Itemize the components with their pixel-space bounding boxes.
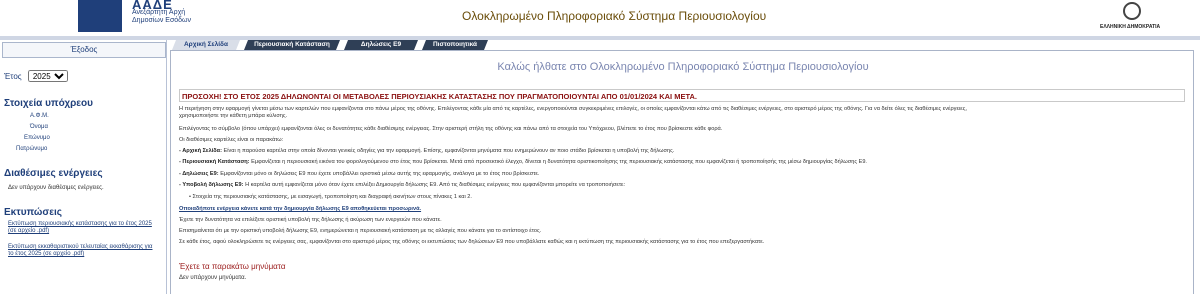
tab-desc-home-title: - Αρχική Σελίδα: — [179, 148, 222, 154]
sidebar: Έξοδος Έτος 2025 Στοιχεία υπόχρεου Α.Φ.Μ… — [0, 40, 167, 294]
year-selector: Έτος 2025 — [4, 70, 68, 82]
exit-button[interactable]: Έξοδος — [2, 42, 166, 58]
prints-paragraph: Σε κάθε έτος, αφού ολοκληρώσετε τις ενέρ… — [179, 239, 765, 245]
messages-title: Έχετε τα παρακάτω μηνύματα — [179, 262, 286, 271]
logo-line-1: Ανεξάρτητη Αρχή — [132, 9, 186, 16]
tab-desc-submit-text: Η καρτέλα αυτή εμφανίζεται μόνο όταν έχε… — [245, 182, 626, 188]
year-select[interactable]: 2025 — [27, 70, 68, 82]
temp-save-link[interactable]: Οποιαδήποτε ενέργεια κάνετε κατά την δημ… — [179, 206, 421, 212]
warning-banner: ΠΡΟΣΟΧΗ! ΣΤΟ ΕΤΟΣ 2025 ΔΗΛΩΝΟΝΤΑΙ ΟΙ ΜΕΤ… — [179, 89, 1185, 102]
tab-e9-declarations[interactable]: Δηλώσεις Ε9 — [344, 40, 418, 50]
no-messages-text: Δεν υπάρχουν μηνύματα. — [179, 275, 247, 281]
tab-desc-e9-text: Εμφανίζονται μόνο οι δηλώσεις Ε9 που έχε… — [220, 171, 540, 177]
logo-line-2: Δημοσίων Εσόδων — [132, 17, 192, 24]
bullet-item: • Στοιχεία της περιουσιακής κατάστασης, … — [189, 194, 472, 201]
final-submit-paragraph: Έχετε την δυνατότητα να επιλέξετε οριστι… — [179, 217, 442, 223]
intro-paragraph: Η περιήγηση στην εφαρμογή γίνεται μέσω τ… — [179, 106, 967, 112]
bullet-text: Στοιχεία της περιουσιακής κατάστασης, με… — [192, 194, 472, 200]
header: ΑΑΔΕ Ανεξάρτητη Αρχή Δημοσίων Εσόδων Ολο… — [0, 0, 1200, 36]
tab-desc-asset-text: Εμφανίζεται η περιουσιακή εικόνα του φορ… — [251, 159, 867, 165]
intro-paragraph-cont: χρησιμοποιήστε την κάθετη μπάρα κύλισης. — [179, 113, 288, 119]
prints-title: Εκτυπώσεις — [4, 207, 62, 218]
greek-emblem-icon — [1123, 2, 1141, 20]
tab-desc-home-text: Είναι η παρούσα καρτέλα στην οποία δίνον… — [223, 148, 675, 154]
tab-asset-status[interactable]: Περιουσιακή Κατάσταση — [244, 40, 340, 50]
tab-desc-home: - Αρχική Σελίδα: Είναι η παρούσα καρτέλα… — [179, 148, 674, 155]
update-paragraph: Επισημαίνεται ότι με την οριστική υποβολ… — [179, 228, 542, 234]
emblem-caption: ΕΛΛΗΝΙΚΗ ΔΗΜΟΚΡΑΤΙΑ — [1100, 24, 1161, 30]
year-label: Έτος — [4, 72, 22, 81]
tab-desc-e9: - Δηλώσεις Ε9: Εμφανίζονται μόνο οι δηλώ… — [179, 171, 539, 178]
fathername-label: Πατρώνυμο — [16, 146, 48, 152]
afm-label: Α.Φ.Μ. — [30, 113, 49, 119]
print-clearance-link[interactable]: Εκτύπωση εκκαθαριστικού τελευταίας εκκαθ… — [8, 244, 158, 258]
tab-bar: Αρχική Σελίδα Περιουσιακή Κατάσταση Δηλώ… — [170, 40, 1200, 50]
symbol-paragraph: Επιλέγοντας το σύμβολο (όπου υπάρχει) εμ… — [179, 126, 723, 132]
no-actions-text: Δεν υπάρχουν διαθέσιμες ενέργειες. — [8, 185, 104, 191]
tab-desc-asset: - Περιουσιακή Κατάσταση: Εμφανίζεται η π… — [179, 159, 867, 166]
temp-save-note: Οποιαδήποτε ενέργεια κάνετε κατά την δημ… — [179, 206, 421, 213]
name-label: Όνομα — [30, 124, 48, 130]
system-title: Ολοκληρωμένο Πληροφοριακό Σύστημα Περιου… — [462, 9, 767, 23]
tab-desc-submit: - Υποβολή δήλωσης Ε9: Η καρτέλα αυτή εμφ… — [179, 182, 625, 189]
available-actions-title: Διαθέσιμες ενέργειες — [4, 168, 103, 179]
tab-desc-asset-title: - Περιουσιακή Κατάσταση: — [179, 159, 250, 165]
welcome-title: Καλώς ήλθατε στο Ολοκληρωμένο Πληροφορια… — [497, 61, 869, 73]
logo-title: ΑΑΔΕ — [132, 0, 173, 12]
surname-label: Επώνυμο — [24, 135, 50, 141]
tabs-intro: Οι διαθέσιμες καρτέλες είναι οι παρακάτω… — [179, 137, 284, 143]
main-panel: Καλώς ήλθατε στο Ολοκληρωμένο Πληροφορια… — [170, 50, 1194, 294]
obligated-title: Στοιχεία υπόχρεου — [4, 98, 93, 109]
tab-certificates[interactable]: Πιστοποιητικά — [422, 40, 488, 50]
tab-desc-submit-title: - Υποβολή δήλωσης Ε9: — [179, 182, 244, 188]
print-asset-status-link[interactable]: Εκτύπωση περιουσιακής κατάστασης για το … — [8, 221, 158, 235]
aade-logo-mark — [78, 0, 122, 32]
tab-home[interactable]: Αρχική Σελίδα — [172, 40, 240, 50]
tab-desc-e9-title: - Δηλώσεις Ε9: — [179, 171, 219, 177]
aade-logo-text: ΑΑΔΕ Ανεξάρτητη Αρχή Δημοσίων Εσόδων — [132, 0, 191, 25]
bullet-icon: • — [189, 194, 191, 200]
